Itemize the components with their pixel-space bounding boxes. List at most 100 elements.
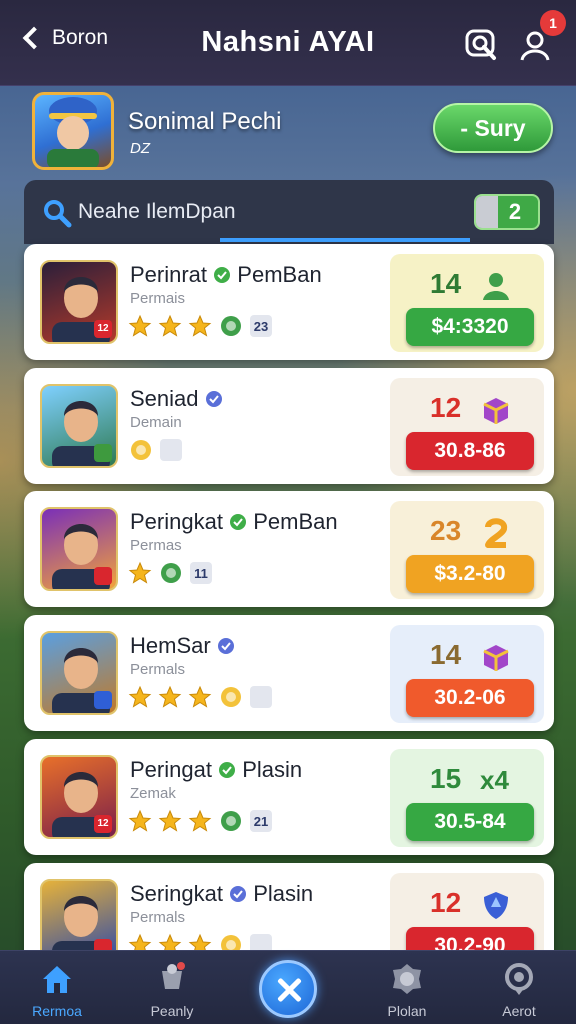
multiplier-label: x4 [480, 765, 509, 795]
reward-panel[interactable]: 12 30.8-86 [390, 378, 544, 476]
player-attributes [128, 438, 182, 462]
verified-badge-icon [214, 267, 231, 283]
nav-label: Plolan [387, 1003, 427, 1019]
profile-name: Sonimal Pechi [128, 108, 282, 135]
nav-label: Peanly [150, 1003, 194, 1019]
player-name: Seniad [130, 386, 199, 411]
player-attributes: 11 [128, 561, 212, 585]
nav-location[interactable]: Aerot [474, 951, 564, 1024]
price-button[interactable]: 30.2-06 [406, 679, 534, 717]
level-badge [94, 444, 112, 462]
player-subtitle: Permals [130, 661, 186, 678]
verified-badge-icon [230, 886, 247, 902]
search-icon[interactable] [464, 28, 498, 62]
player-card[interactable]: 12 Peringat Plasin Zemak 21 15 x4 30.5-84 [24, 739, 554, 855]
verified-badge-icon [205, 391, 222, 407]
player-name: Peringat [130, 757, 212, 782]
player-name-row: Peringkat PemBan [130, 509, 338, 535]
notification-badge[interactable]: 1 [540, 10, 566, 36]
location-icon [505, 963, 533, 995]
player-subtitle: Demain [130, 414, 182, 431]
item-icon [221, 316, 241, 336]
active-tab-indicator [220, 238, 470, 242]
player-attributes [128, 685, 272, 709]
level-badge [94, 691, 112, 709]
player-card[interactable]: 12 Perinrat PemBan Permais 23 14 $4:3320 [24, 244, 554, 360]
nav-ranking[interactable]: Peanly [127, 951, 217, 1024]
level-badge [94, 567, 112, 585]
trophy-icon [162, 962, 185, 989]
shield-icon [484, 892, 508, 919]
star-icon [128, 314, 152, 337]
player-tag: 23 [250, 315, 272, 337]
player-name-secondary: PemBan [237, 262, 322, 287]
player-rank: 23 [430, 515, 462, 546]
player-avatar: 12 [40, 260, 118, 344]
item-icon [161, 563, 181, 583]
star-icon [158, 809, 182, 832]
star-icon [128, 561, 152, 584]
search-input[interactable]: Neahe IlemDpan [78, 200, 236, 224]
profile-subtitle: DZ [130, 140, 150, 157]
player-card[interactable]: Peringkat PemBan Permas 11 23 $3.2-80 [24, 491, 554, 607]
star-icon [188, 685, 212, 708]
count-badge[interactable]: 2 [474, 194, 540, 230]
badge-icon [393, 964, 421, 994]
player-attributes: 21 [128, 809, 272, 833]
player-name-row: Peringat Plasin [130, 757, 302, 783]
player-card[interactable]: HemSar Permals 14 30.2-06 [24, 615, 554, 731]
sort-button[interactable]: - Sury [433, 103, 553, 153]
player-portrait-icon [47, 97, 99, 167]
player-subtitle: Permais [130, 290, 186, 307]
reward-panel[interactable]: 15 x4 30.5-84 [390, 749, 544, 847]
item-icon [221, 687, 241, 707]
item-icon [131, 440, 151, 460]
player-name-secondary: PemBan [253, 509, 338, 534]
player-tag [160, 439, 182, 461]
player-name: HemSar [130, 633, 211, 658]
search-icon [44, 200, 72, 228]
player-rank: 14 [430, 268, 462, 299]
close-icon[interactable] [259, 960, 317, 1018]
nav-home[interactable]: Rermoa [12, 951, 102, 1024]
player-avatar [40, 631, 118, 715]
count-value: 2 [508, 199, 522, 224]
home-icon [43, 966, 71, 993]
reward-panel[interactable]: 23 $3.2-80 [390, 501, 544, 599]
nav-label: Rermoa [32, 1003, 82, 1019]
nav-plan[interactable]: Plolan [362, 951, 452, 1024]
level-badge: 12 [94, 815, 112, 833]
star-icon [188, 314, 212, 337]
nav-label: Aerot [502, 1003, 536, 1019]
player-avatar [40, 507, 118, 591]
reward-panel[interactable]: 14 $4:3320 [390, 254, 544, 352]
profile-avatar[interactable] [32, 92, 114, 170]
player-tag [250, 686, 272, 708]
star-icon [128, 685, 152, 708]
player-rank: 12 [430, 887, 462, 918]
player-avatar [40, 384, 118, 468]
player-name-row: Perinrat PemBan [130, 262, 322, 288]
price-button[interactable]: $3.2-80 [406, 555, 534, 593]
item-icon [221, 811, 241, 831]
reward-panel[interactable]: 14 30.2-06 [390, 625, 544, 723]
price-button[interactable]: $4:3320 [406, 308, 534, 346]
player-rank: 12 [430, 392, 462, 423]
verified-badge-icon [230, 514, 247, 530]
player-card[interactable]: Seniad Demain 12 30.8-86 [24, 368, 554, 484]
star-icon [128, 809, 152, 832]
player-name: Seringkat [130, 881, 223, 906]
player-subtitle: Zemak [130, 785, 176, 802]
star-icon [158, 314, 182, 337]
star-icon [158, 685, 182, 708]
price-button[interactable]: 30.8-86 [406, 432, 534, 470]
player-tag: 21 [250, 810, 272, 832]
player-rank: 15 [430, 763, 462, 794]
player-avatar: 12 [40, 755, 118, 839]
player-attributes: 23 [128, 314, 272, 338]
level-badge: 12 [94, 320, 112, 338]
search-panel: Neahe IlemDpan 2 [24, 180, 554, 244]
price-button[interactable]: 30.5-84 [406, 803, 534, 841]
person-icon [483, 273, 509, 300]
player-name: Perinrat [130, 262, 208, 287]
